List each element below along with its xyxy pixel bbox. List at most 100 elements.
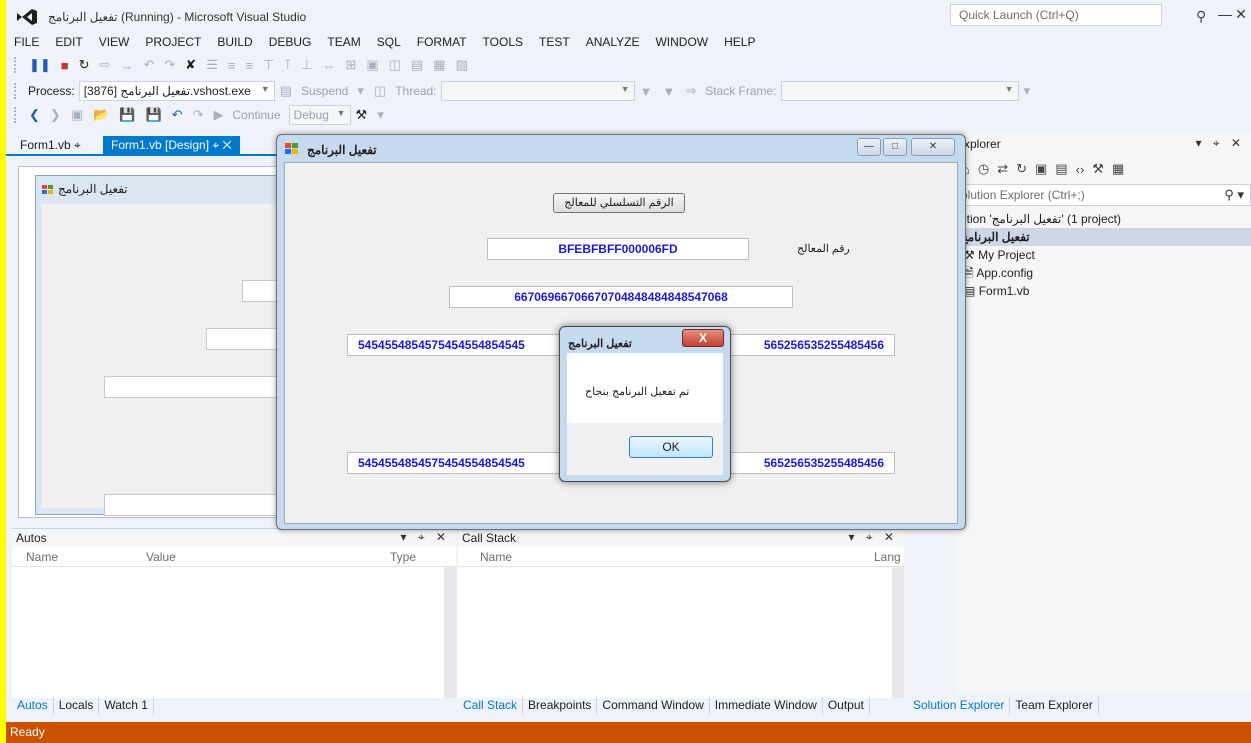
tab-form1-design[interactable]: Form1.vb [Design] ⌖ ✕ xyxy=(103,136,240,156)
call-stack-scrollbar[interactable] xyxy=(892,567,904,698)
menu-debug[interactable]: DEBUG xyxy=(261,33,320,51)
pending-changes-icon[interactable]: ◷ xyxy=(974,161,993,177)
find-in-files-icon[interactable]: ⚒ xyxy=(351,107,373,123)
tree-item-form1-vb[interactable]: ▤ Form1.vb xyxy=(956,282,1251,300)
panel-window-controls[interactable]: ▾ ⌖ ✕ xyxy=(848,530,898,545)
tab-command-window[interactable]: Command Window xyxy=(597,697,710,715)
make-same-width-icon[interactable]: ⇔ xyxy=(317,58,340,73)
save-all-icon[interactable]: 💾 xyxy=(140,107,166,123)
menu-sql[interactable]: SQL xyxy=(369,33,409,51)
align-middles-icon[interactable]: ⊺ xyxy=(279,57,296,73)
designer-textbox[interactable] xyxy=(104,494,286,516)
suspend-icon[interactable]: ▤ xyxy=(275,83,297,99)
tree-item-my-project[interactable]: ⚒ My Project xyxy=(956,246,1251,264)
panel-window-controls[interactable]: ▾ ⌖ ✕ xyxy=(400,530,450,545)
step-into-icon[interactable]: → xyxy=(115,58,138,73)
panel-window-controls[interactable]: ▾ ⌖ ✕ xyxy=(1195,136,1245,151)
close-tab-icon[interactable]: ✕ xyxy=(223,138,232,152)
menu-view[interactable]: VIEW xyxy=(91,33,138,51)
size-to-grid-icon[interactable]: ⊞ xyxy=(340,57,361,73)
maximize-button[interactable]: □ xyxy=(883,138,907,156)
send-to-back-icon[interactable]: ▧ xyxy=(451,57,473,73)
solution-explorer-search[interactable]: olution Explorer (Ctrl+;) ⚲ ▾ xyxy=(956,184,1251,206)
continue-icon[interactable]: ▶ xyxy=(208,107,228,123)
autos-list[interactable] xyxy=(12,567,444,698)
new-project-icon[interactable]: ▣ xyxy=(66,107,88,123)
close-window-button[interactable]: ✕ xyxy=(1230,4,1251,24)
align-tops-icon[interactable]: ⊤ xyxy=(258,57,279,73)
flag-just-my-code-icon[interactable]: ▼ xyxy=(657,84,680,99)
view-code-icon[interactable]: ‹› xyxy=(1072,162,1089,177)
toolbar-grip[interactable] xyxy=(14,107,18,123)
tab-locals[interactable]: Locals xyxy=(54,697,100,715)
save-icon[interactable]: 💾 xyxy=(114,107,140,123)
toolbar-overflow-icon[interactable]: ▾ xyxy=(1019,83,1036,99)
column-header-name[interactable]: Name xyxy=(26,550,58,564)
break-all-icon[interactable]: ❚❚ xyxy=(24,57,56,73)
quick-launch-input[interactable]: Quick Launch (Ctrl+Q) xyxy=(950,4,1162,26)
align-centers-icon[interactable]: ≡ xyxy=(223,58,241,73)
sync-icon[interactable]: ⇄ xyxy=(993,161,1012,177)
navigate-back-icon[interactable]: ❮ xyxy=(24,107,45,123)
menu-edit[interactable]: EDIT xyxy=(47,33,90,51)
ok-button[interactable]: OK xyxy=(629,436,713,458)
process-combo[interactable]: [3876] تفعيل البرنامج.vshost.exe ▼ xyxy=(78,81,275,101)
continue-button[interactable]: Continue xyxy=(228,108,284,122)
designer-textbox[interactable] xyxy=(206,328,286,350)
message-box[interactable]: تفعيل البرنامج X تم تفعيل البرنامج بنجاح… xyxy=(559,326,731,482)
step-over-icon[interactable]: ↶ xyxy=(138,57,159,73)
menu-tools[interactable]: TOOLS xyxy=(475,33,531,51)
step-out-icon[interactable]: ↷ xyxy=(159,57,180,73)
tree-item-app-config[interactable]: 🗎 App.config xyxy=(956,264,1251,282)
hex-display-icon[interactable]: ✘ xyxy=(180,57,201,73)
close-button[interactable]: ✕ xyxy=(911,138,955,156)
solution-configuration-combo[interactable]: Debug ▼ xyxy=(288,105,351,125)
tab-output[interactable]: Output xyxy=(823,697,870,715)
search-icon[interactable]: ⚲ ▾ xyxy=(1224,187,1244,203)
menu-project[interactable]: PROJECT xyxy=(137,33,209,51)
show-all-files-icon[interactable]: ▤ xyxy=(1051,161,1071,177)
toolbar-grip[interactable] xyxy=(14,57,18,73)
tree-item-solution[interactable]: ution 'تفعيل البرنامج' (1 project) xyxy=(956,210,1251,228)
tab-solution-explorer[interactable]: Solution Explorer xyxy=(908,697,1011,715)
column-header-type[interactable]: Type xyxy=(390,550,416,564)
show-next-statement-icon[interactable]: ⇨ xyxy=(95,57,116,73)
open-file-icon[interactable]: 📂 xyxy=(88,107,114,123)
align-lefts-icon[interactable]: ☰ xyxy=(201,57,223,73)
tab-call-stack[interactable]: Call Stack xyxy=(458,697,524,715)
designer-textbox[interactable] xyxy=(104,376,286,398)
column-header-value[interactable]: Value xyxy=(146,550,176,564)
tree-item-project[interactable]: تفعيل البرنامج xyxy=(956,228,1251,246)
menu-team[interactable]: TEAM xyxy=(319,33,368,51)
make-same-size-icon[interactable]: ▣ xyxy=(361,57,383,73)
thread-combo[interactable]: ▼ xyxy=(440,81,635,101)
menu-help[interactable]: HELP xyxy=(716,33,763,51)
serial-number-button[interactable]: الرقم التسلسلي للمعالج xyxy=(553,193,685,213)
tab-watch-1[interactable]: Watch 1 xyxy=(99,697,154,715)
column-header-name[interactable]: Name xyxy=(480,550,512,564)
navigate-forward-icon[interactable]: ❯ xyxy=(45,107,66,123)
message-box-close-button[interactable]: X xyxy=(682,329,724,347)
menu-window[interactable]: WINDOW xyxy=(647,33,716,51)
undo-icon[interactable]: ↶ xyxy=(167,107,188,123)
restart-icon[interactable]: ↻ xyxy=(74,57,95,73)
stop-debugging-icon[interactable]: ■ xyxy=(56,58,74,73)
show-threads-in-source-icon[interactable]: ⇒ xyxy=(680,83,701,99)
column-header-lang[interactable]: Lang xyxy=(874,550,901,564)
tab-breakpoints[interactable]: Breakpoints xyxy=(523,697,598,715)
designer-form[interactable]: تفعيل البرنامج xyxy=(35,175,286,516)
menu-file[interactable]: FILE xyxy=(6,33,47,51)
tab-form1-vb[interactable]: Form1.vb ⌖ xyxy=(12,136,89,156)
properties-icon[interactable]: ⚒ xyxy=(1088,161,1108,177)
bring-to-front-icon[interactable]: ▦ xyxy=(428,57,450,73)
toolbar-grip[interactable] xyxy=(14,83,18,99)
h-spacing-icon[interactable]: ◫ xyxy=(384,57,406,73)
pin-icon[interactable]: ⌖ xyxy=(74,138,81,152)
refresh-icon[interactable]: ↻ xyxy=(1012,161,1031,177)
align-rights-icon[interactable]: ≡ xyxy=(240,58,258,73)
processor-id-textbox[interactable]: BFEBFBFF000006FD xyxy=(487,238,749,260)
tab-immediate-window[interactable]: Immediate Window xyxy=(710,697,823,715)
autos-scrollbar[interactable] xyxy=(444,567,456,698)
form-designer-surface[interactable]: تفعيل البرنامج xyxy=(18,166,286,518)
menu-format[interactable]: FORMAT xyxy=(409,33,475,51)
